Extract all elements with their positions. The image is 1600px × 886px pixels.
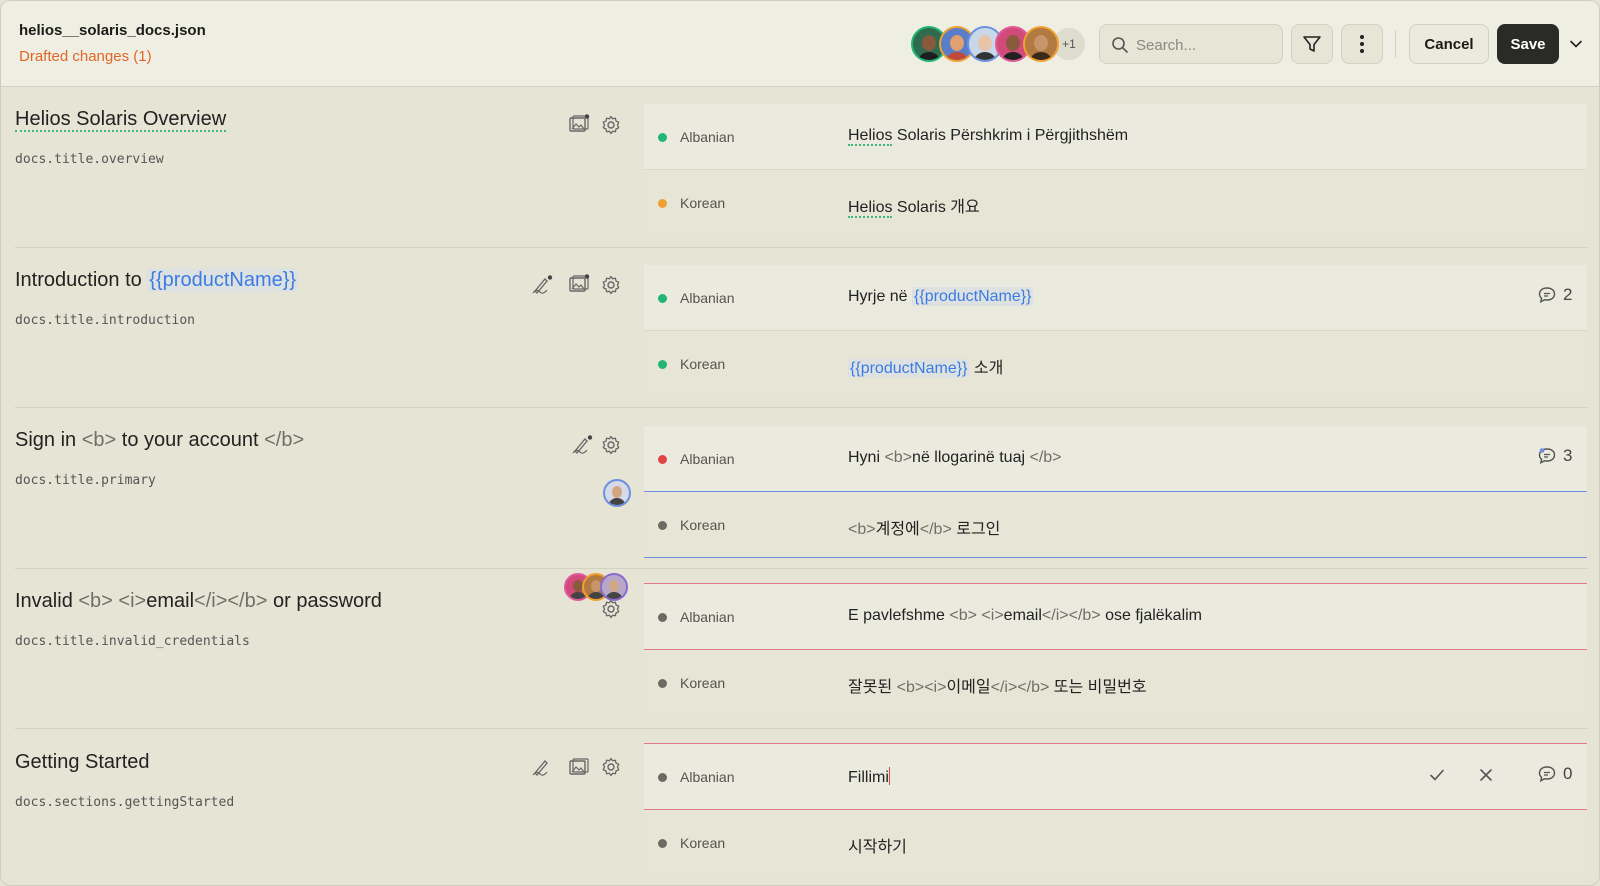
language-name: Korean [680,835,726,851]
source-title: Helios Solaris Overview [15,108,227,132]
search-input[interactable] [1136,33,1276,57]
language-name: Korean [680,356,726,372]
translation-cell-korean[interactable]: Korean {{productName}} 소개 [644,331,1587,397]
gear-icon[interactable] [599,113,623,137]
row-divider [15,247,1587,248]
row-collaborator-avatars[interactable] [564,573,634,603]
drafted-changes-link[interactable]: Drafted changes (1) [19,48,152,65]
status-dot [658,839,667,848]
confirm-button[interactable] [1428,766,1446,789]
header-bar: helios__solaris_docs.json Drafted change… [1,1,1599,87]
string-key: docs.title.invalid_credentials [15,634,250,649]
placeholder-token: {{productName}} [912,287,1034,306]
status-dot [658,613,667,622]
language-name: Albanian [680,129,735,145]
chevron-down-icon[interactable] [1569,37,1583,51]
translation-text[interactable]: E pavlefshme <b> <i>email</i></b> ose fj… [848,607,1202,625]
discard-button[interactable] [1477,766,1495,789]
filter-button[interactable] [1291,24,1333,64]
filter-icon [1303,36,1321,52]
status-dot [658,360,667,369]
gear-icon[interactable] [599,273,623,297]
translation-cell-albanian[interactable]: Albanian Fillimi 0 [644,744,1587,810]
comments-count[interactable]: 2 [1537,285,1572,305]
source-title: Introduction to {{productName}} [15,268,299,292]
language-name: Albanian [680,609,735,625]
status-dot [658,199,667,208]
image-icon[interactable] [567,755,591,779]
translation-text[interactable]: <b>계정에</b> 로그인 [848,515,1000,539]
more-options-button[interactable] [1341,24,1383,64]
avatar[interactable] [603,479,631,507]
source-title: Invalid <b> <i>email</i></b> or password [15,590,382,612]
status-dot [658,294,667,303]
cancel-button[interactable]: Cancel [1409,24,1489,64]
close-icon [1480,769,1492,781]
comment-icon [1538,766,1556,783]
translation-cell-albanian[interactable]: Albanian E pavlefshme <b> <i>email</i></… [644,584,1587,650]
header-divider [1395,30,1396,58]
signature-icon[interactable] [530,755,554,779]
comments-count[interactable]: 0 [1537,764,1572,784]
translation-text[interactable]: Hyrje në {{productName}} [848,287,1034,306]
language-name: Albanian [680,290,735,306]
collaborator-avatars[interactable]: +1 [911,26,1087,62]
translation-cell-albanian[interactable]: Albanian Hyrje në {{productName}} 2 [644,265,1587,331]
placeholder-token: {{productName}} [147,268,299,292]
comment-icon [1538,287,1556,304]
translation-cell-albanian[interactable]: Albanian Helios Solaris Përshkrim i Përg… [644,104,1587,170]
translation-text[interactable]: {{productName}} 소개 [848,354,1003,378]
gear-icon[interactable] [599,433,623,457]
language-name: Korean [680,517,726,533]
signature-icon[interactable] [570,433,594,457]
language-name: Korean [680,195,726,211]
search-icon [1112,37,1128,53]
comment-icon [1538,448,1556,465]
translation-text[interactable]: 시작하기 [848,833,907,857]
avatar[interactable] [1023,26,1059,62]
string-key: docs.title.primary [15,473,156,488]
editor-window: helios__solaris_docs.json Drafted change… [0,0,1600,886]
search-box[interactable] [1099,24,1283,64]
string-key: docs.sections.gettingStarted [15,795,235,810]
status-dot [658,773,667,782]
avatar[interactable] [600,573,628,601]
row-divider [15,568,1587,569]
language-name: Albanian [680,451,735,467]
vertical-dots-icon [1360,35,1364,53]
file-name: helios__solaris_docs.json [19,22,206,39]
translation-cell-korean[interactable]: Korean <b>계정에</b> 로그인 [644,492,1587,558]
translation-cell-albanian[interactable]: Albanian Hyni <b>në llogarinë tuaj </b> … [644,426,1587,492]
cell-focus-border [644,557,1587,558]
save-button[interactable]: Save [1497,24,1559,64]
translation-text[interactable]: Helios Solaris Përshkrim i Përgjithshëm [848,127,1128,146]
comments-count[interactable]: 3 [1537,446,1572,466]
status-dot [658,455,667,464]
status-dot [658,521,667,530]
signature-icon[interactable] [530,273,554,297]
status-dot [658,679,667,688]
language-name: Albanian [680,769,735,785]
check-icon [1430,769,1444,781]
string-key: docs.title.overview [15,152,164,167]
status-dot [658,133,667,142]
translation-text[interactable]: 잘못된 <b><i>이메일</i></b> 또는 비밀번호 [848,673,1147,697]
placeholder-token: {{productName}} [848,359,970,378]
text-caret [888,767,890,785]
string-key: docs.title.introduction [15,313,196,328]
row-divider [15,728,1587,729]
source-title: Getting Started [15,751,150,773]
translation-text[interactable]: Helios Solaris 개요 [848,193,980,218]
image-icon[interactable] [567,272,591,296]
translation-input[interactable]: Fillimi [848,767,890,787]
translation-cell-korean[interactable]: Korean Helios Solaris 개요 [644,170,1587,236]
row-divider [15,407,1587,408]
translation-cell-korean[interactable]: Korean 잘못된 <b><i>이메일</i></b> 또는 비밀번호 [644,650,1587,716]
source-title: Sign in <b> to your account </b> [15,429,305,451]
image-icon[interactable] [567,112,591,136]
gear-icon[interactable] [599,755,623,779]
language-name: Korean [680,675,726,691]
translation-text[interactable]: Hyni <b>në llogarinë tuaj </b> [848,449,1062,467]
translation-cell-korean[interactable]: Korean 시작하기 [644,810,1587,876]
